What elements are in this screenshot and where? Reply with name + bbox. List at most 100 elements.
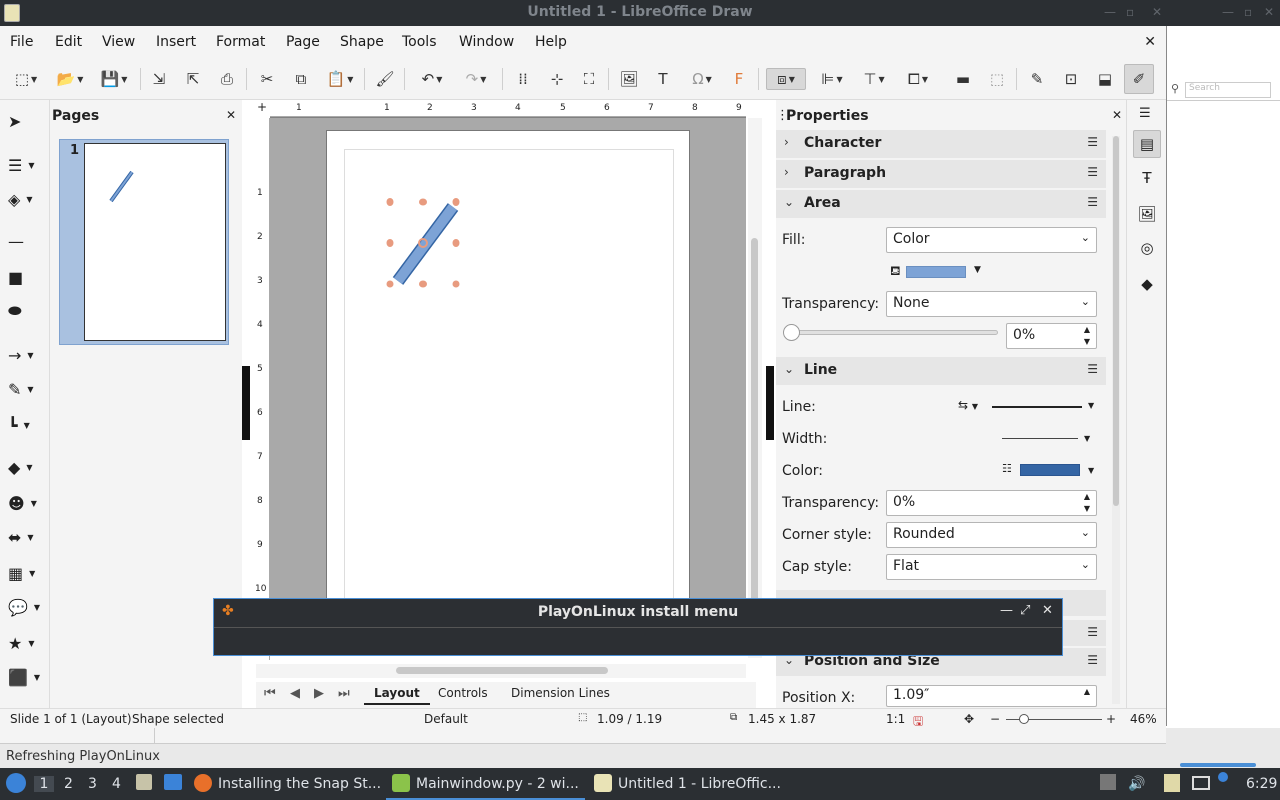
align-objects-icon[interactable]: ⊫ ▼ <box>814 68 850 90</box>
horizontal-scrollbar[interactable] <box>256 664 746 678</box>
line-shape[interactable] <box>392 203 459 285</box>
undo-icon[interactable]: ↶ ▼ <box>414 68 450 90</box>
arrange-icon[interactable]: ⊤ ▼ <box>856 68 892 90</box>
ruler-corner[interactable]: + <box>254 100 270 118</box>
line-color-dropdown-icon[interactable]: ▼ <box>1088 466 1094 475</box>
copy-icon[interactable]: ⧉ <box>290 68 312 90</box>
menu-page[interactable]: Page <box>286 34 320 50</box>
pol-close-icon[interactable]: ✕ <box>1042 603 1053 618</box>
block-arrows-icon[interactable]: ⬌ ▼ <box>8 524 42 550</box>
prev-page-icon[interactable]: ◀ <box>290 686 300 701</box>
callouts-icon[interactable]: 💬 ▼ <box>8 594 42 620</box>
section-menu-icon[interactable]: ☰ <box>1087 165 1098 179</box>
fill-color-icon[interactable]: ◈ ▼ <box>8 186 42 212</box>
file-manager-icon[interactable] <box>136 774 152 790</box>
tray-updates-icon[interactable] <box>1100 774 1116 790</box>
last-page-icon[interactable]: ⏭ <box>338 686 350 701</box>
save-icon[interactable]: 💾 ▼ <box>96 68 132 90</box>
toggle-extrusion-icon[interactable]: ⬓ <box>1094 68 1116 90</box>
tab-layout[interactable]: Layout <box>364 686 430 705</box>
tab-dimension-lines[interactable]: Dimension Lines <box>511 686 610 700</box>
close-pages-icon[interactable]: ✕ <box>226 108 236 122</box>
page-thumbnail[interactable] <box>84 143 226 341</box>
transformations-icon[interactable]: ⧈ ▼ <box>766 68 806 90</box>
task-libreoffice[interactable]: Untitled 1 - LibreOffic... <box>588 768 787 800</box>
section-paragraph[interactable]: › Paragraph ☰ <box>776 160 1106 188</box>
special-character-icon[interactable]: Ω ▼ <box>684 68 720 90</box>
section-area[interactable]: ⌄ Area ☰ <box>776 190 1106 218</box>
shapes-deck-icon[interactable]: ◆ <box>1133 270 1161 298</box>
task-mainwindow[interactable]: Mainwindow.py - 2 wi... <box>386 768 585 800</box>
restore-icon[interactable]: ▫ <box>1126 5 1134 19</box>
workspace-4[interactable]: 4 <box>112 776 121 792</box>
status-zoom[interactable]: 46% <box>1130 712 1157 726</box>
lines-arrows-icon[interactable]: → ▼ <box>8 342 42 368</box>
select-icon[interactable]: ➤ <box>8 108 42 134</box>
spin-arrows-icon[interactable]: ▲ <box>1084 686 1090 698</box>
export-pdf-icon[interactable]: ⇱ <box>182 68 204 90</box>
pages-splitter[interactable] <box>242 366 250 440</box>
line-tool-icon[interactable]: — <box>8 228 42 254</box>
menu-help[interactable]: Help <box>535 34 567 50</box>
pol-maximize-icon[interactable]: ⤢ <box>1020 603 1030 618</box>
sidebar-scrollbar[interactable] <box>1112 136 1120 704</box>
line-color-icon[interactable]: ☰ ▼ <box>8 152 42 178</box>
section-menu-icon[interactable]: ☰ <box>1087 653 1098 667</box>
symbol-shapes-icon[interactable]: ☻ ▼ <box>8 490 42 516</box>
export-icon[interactable]: ⇲ <box>148 68 170 90</box>
workspace-3[interactable]: 3 <box>88 776 97 792</box>
show-desktop-icon[interactable] <box>164 774 182 790</box>
first-page-icon[interactable]: ⏮ <box>264 686 276 701</box>
search-input[interactable]: Search <box>1185 82 1271 98</box>
sidebar-splitter[interactable] <box>766 366 774 440</box>
fill-color-swatch[interactable] <box>906 266 966 278</box>
connectors-icon[interactable]: ┗ ▼ <box>8 412 42 438</box>
fit-page-icon[interactable]: ✥ <box>964 712 974 726</box>
flowchart-icon[interactable]: ▦ ▼ <box>8 560 42 586</box>
crop-icon[interactable]: ⬚ <box>986 68 1008 90</box>
insert-image-icon[interactable]: 🖼 <box>618 68 640 90</box>
3d-objects-icon[interactable]: ⬛ ▼ <box>8 664 42 690</box>
bg-minimize-icon[interactable]: — <box>1222 5 1234 19</box>
bg-close-icon[interactable]: ✕ <box>1264 5 1274 19</box>
navigator-deck-icon[interactable]: ◎ <box>1133 234 1161 262</box>
zoom-out-icon[interactable]: − <box>990 712 1000 726</box>
print-icon[interactable]: ⎙ <box>216 68 238 90</box>
insert-textbox-icon[interactable]: T <box>652 68 674 90</box>
clipboard-icon[interactable] <box>1164 774 1180 792</box>
new-icon[interactable]: ⬚ ▼ <box>8 68 44 90</box>
basic-shapes-icon[interactable]: ◆ ▼ <box>8 454 42 480</box>
arrow-style-icon[interactable]: ⇆ ▼ <box>958 398 978 412</box>
sidebar-menu-icon[interactable]: ☰ <box>1139 106 1151 121</box>
cut-icon[interactable]: ✂ <box>256 68 278 90</box>
zoom-in-icon[interactable]: + <box>1106 712 1116 726</box>
workspace-1[interactable]: 1 <box>34 776 54 792</box>
fill-type-select[interactable]: Color ⌄ <box>886 227 1097 253</box>
next-page-icon[interactable]: ▶ <box>314 686 324 701</box>
section-menu-icon[interactable]: ☰ <box>1087 195 1098 209</box>
line-width-dropdown-icon[interactable]: ▼ <box>1084 434 1090 443</box>
fontwork-icon[interactable]: F <box>728 68 750 90</box>
corner-style-select[interactable]: Rounded ⌄ <box>886 522 1097 548</box>
cap-style-select[interactable]: Flat ⌄ <box>886 554 1097 580</box>
line-width-preview[interactable] <box>1002 438 1078 439</box>
line-style-preview[interactable] <box>992 406 1082 408</box>
minimize-icon[interactable]: — <box>1104 5 1116 19</box>
menu-window[interactable]: Window <box>459 34 514 50</box>
pol-minimize-icon[interactable]: — <box>1000 603 1013 618</box>
start-menu-icon[interactable] <box>6 773 26 793</box>
section-character[interactable]: › Character ☰ <box>776 130 1106 158</box>
grid-icon[interactable]: ⁞⁞ <box>512 68 534 90</box>
line-color-swatch[interactable] <box>1020 464 1080 476</box>
spin-arrows-icon[interactable]: ▲ ▼ <box>1084 491 1090 515</box>
bg-restore-icon[interactable]: ▫ <box>1244 5 1252 19</box>
volume-icon[interactable]: 🔊 <box>1128 776 1145 792</box>
area-transparency-select[interactable]: None ⌄ <box>886 291 1097 317</box>
section-menu-icon[interactable]: ☰ <box>1087 135 1098 149</box>
line-style-dropdown-icon[interactable]: ▼ <box>1088 401 1094 410</box>
redo-icon[interactable]: ↷ ▼ <box>458 68 494 90</box>
show-draw-functions-icon[interactable]: ✐ <box>1124 64 1154 94</box>
clone-formatting-icon[interactable]: 🖌 <box>374 68 396 90</box>
helplines-icon[interactable]: ⊹ <box>546 68 568 90</box>
line-transparency-spin[interactable]: 0% ▲ ▼ <box>886 490 1097 516</box>
